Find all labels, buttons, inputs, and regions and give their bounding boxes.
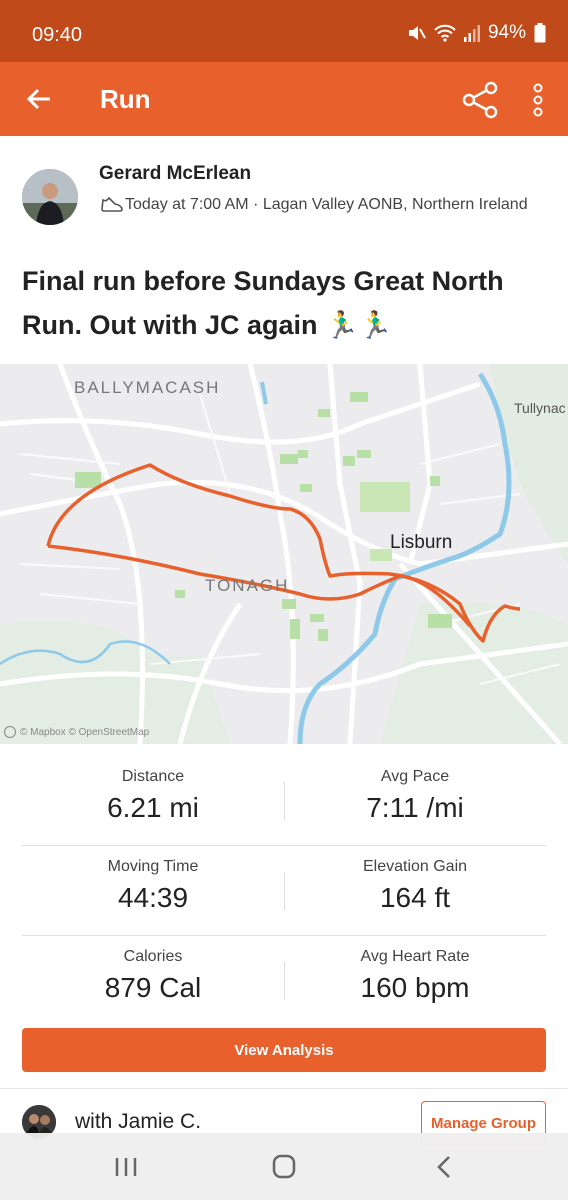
activity-header: Gerard McErlean Today at 7:00 AM · Lagan…	[0, 136, 568, 364]
map-label-tullynacross: Tullynac	[514, 400, 566, 416]
back-arrow-icon[interactable]	[20, 79, 60, 119]
stat-label: Calories	[123, 948, 183, 965]
map-attribution: © Mapbox © OpenStreetMap	[4, 726, 149, 738]
share-icon[interactable]	[460, 80, 500, 120]
view-analysis-button[interactable]: View Analysis	[22, 1028, 546, 1072]
more-vert-icon[interactable]	[524, 80, 552, 120]
divider	[0, 1088, 568, 1089]
signal-icon	[463, 25, 480, 42]
stat-calories: Calories 879 Cal	[22, 936, 284, 1004]
app-bar: Run	[0, 62, 568, 136]
stat-label: Moving Time	[107, 858, 199, 875]
stat-label: Avg Heart Rate	[360, 948, 470, 965]
stat-value: 7:11 /mi	[366, 792, 464, 823]
stat-value: 879 Cal	[104, 972, 202, 1003]
athlete-avatar[interactable]	[22, 169, 78, 225]
page-title: Run	[100, 84, 151, 114]
route-map[interactable]: BALLYMACASH Tullynac Lisburn TONAGH	[0, 364, 568, 744]
stat-avg-heart-rate: Avg Heart Rate 160 bpm	[284, 936, 546, 1004]
athlete-name[interactable]: Gerard McErlean	[99, 163, 251, 185]
group-text: with Jamie C.	[75, 1110, 202, 1133]
map-attribution-text: © Mapbox © OpenStreetMap	[20, 726, 150, 738]
map-label-tonagh: TONAGH	[205, 576, 290, 595]
stat-label: Distance	[121, 768, 185, 785]
stat-label: Elevation Gain	[362, 858, 468, 875]
stats-row: Calories 879 Cal Avg Heart Rate 160 bpm	[22, 936, 546, 1026]
mapbox-logo-icon	[4, 726, 16, 738]
status-bar: 09:40 94%	[0, 0, 568, 62]
map-label-lisburn: Lisburn	[390, 532, 453, 553]
activity-meta: Today at 7:00 AM · Lagan Valley AONB, No…	[99, 194, 529, 215]
status-time: 09:40	[32, 24, 83, 46]
stats-row: Moving Time 44:39 Elevation Gain 164 ft	[22, 846, 546, 936]
stat-value: 6.21 mi	[107, 792, 199, 823]
stat-value: 160 bpm	[360, 972, 470, 1003]
stat-value: 44:39	[117, 882, 189, 913]
system-nav-bar	[0, 1133, 568, 1200]
stats-grid: Distance 6.21 mi Avg Pace 7:11 /mi Movin…	[22, 756, 546, 1026]
stat-avg-pace: Avg Pace 7:11 /mi	[284, 756, 546, 824]
stat-elevation-gain: Elevation Gain 164 ft	[284, 846, 546, 914]
stat-distance: Distance 6.21 mi	[22, 756, 284, 824]
battery-percent: 94%	[487, 22, 526, 43]
map-label-ballymacash: BALLYMACASH	[74, 378, 221, 397]
activity-meta-text: Today at 7:00 AM · Lagan Valley AONB, No…	[125, 196, 528, 213]
status-icons: 94%	[406, 22, 546, 44]
stat-label: Avg Pace	[380, 768, 450, 785]
shoe-icon	[101, 196, 123, 212]
activity-title: Final run before Sundays Great North Run…	[22, 266, 504, 340]
home-icon[interactable]	[264, 1151, 304, 1183]
stat-moving-time: Moving Time 44:39	[22, 846, 284, 914]
stat-value: 164 ft	[379, 882, 451, 913]
wifi-icon	[434, 24, 456, 42]
stats-row: Distance 6.21 mi Avg Pace 7:11 /mi	[22, 756, 546, 846]
recents-icon[interactable]	[106, 1151, 146, 1183]
battery-icon	[534, 23, 546, 43]
back-nav-icon[interactable]	[424, 1151, 464, 1183]
mute-icon	[408, 26, 426, 40]
